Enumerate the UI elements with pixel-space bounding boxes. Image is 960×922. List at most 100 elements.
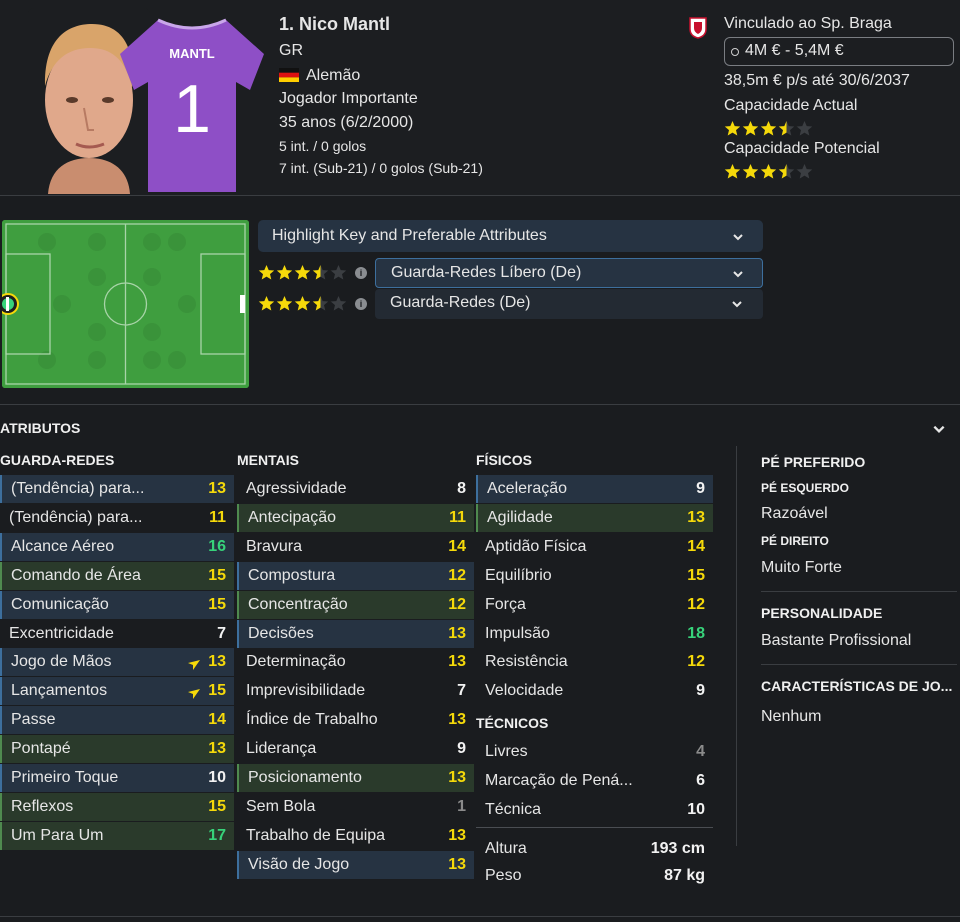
attribute-row[interactable]: Posicionamento 13 <box>237 764 474 792</box>
attribute-value: 12 <box>687 653 705 671</box>
attribute-label: Liderança <box>246 740 317 758</box>
contract-club[interactable]: Vinculado ao Sp. Braga <box>724 15 892 33</box>
transfer-value[interactable]: 4M € - 5,4M € <box>724 37 954 66</box>
attribute-row[interactable]: Decisões 13 <box>237 619 474 648</box>
transfer-value-text: 4M € - 5,4M € <box>745 42 844 59</box>
attribute-row[interactable]: Força 12 <box>476 591 713 619</box>
attribute-label: Alcance Aéreo <box>11 537 115 555</box>
star-icon <box>294 265 311 280</box>
attribute-row[interactable]: Marcação de Pená... 6 <box>476 767 713 795</box>
attribute-value: 15 <box>208 566 226 584</box>
attribute-value: 7 <box>457 682 466 700</box>
attribute-row[interactable]: Equilíbrio 15 <box>476 562 713 590</box>
attribute-row[interactable]: Antecipação 11 <box>237 503 474 532</box>
highlight-attributes-label: Highlight Key and Preferable Attributes <box>272 227 547 244</box>
attribute-value: 8 <box>457 480 466 497</box>
star-icon <box>294 296 311 311</box>
attribute-row[interactable]: Agilidade 13 <box>476 503 713 532</box>
attribute-row[interactable]: Um Para Um 17 <box>0 821 234 850</box>
attribute-row[interactable]: Visão de Jogo 13 <box>237 850 474 879</box>
attribute-value: 13 <box>208 653 226 671</box>
attribute-label: Resistência <box>485 653 568 671</box>
attribute-row[interactable]: Excentricidade 7 <box>0 620 234 648</box>
attribute-row[interactable]: Bravura 14 <box>237 533 474 561</box>
club-badge-icon[interactable] <box>689 17 707 39</box>
attribute-value: 15 <box>687 566 705 584</box>
shirt-name: MANTL <box>169 46 215 61</box>
germany-flag-icon <box>279 68 299 82</box>
panel-divider <box>761 591 957 592</box>
attribute-row[interactable]: Índice de Trabalho 13 <box>237 706 474 734</box>
player-status: Jogador Importante <box>279 90 418 107</box>
attribute-value: 4 <box>696 743 705 760</box>
highlight-attributes-dropdown[interactable]: Highlight Key and Preferable Attributes <box>258 220 763 252</box>
attribute-value: 13 <box>448 711 466 729</box>
attribute-row[interactable]: Técnica 10 <box>476 796 713 824</box>
attribute-value: 9 <box>696 480 705 497</box>
attribute-row[interactable]: Velocidade 9 <box>476 677 713 705</box>
attribute-row[interactable]: Alcance Aéreo 16 <box>0 532 234 561</box>
attribute-value: 12 <box>448 566 466 584</box>
role-select-goalkeeper[interactable]: Guarda-Redes (De) <box>375 289 763 319</box>
attribute-value: 14 <box>687 537 705 555</box>
position-pitch[interactable] <box>2 220 249 388</box>
goalkeeping-title: GUARDA-REDES <box>0 452 115 468</box>
attribute-row[interactable]: Comando de Área 15 <box>0 561 234 590</box>
info-icon[interactable]: i <box>355 267 367 279</box>
star-icon <box>312 265 329 280</box>
attribute-label: Aceleração <box>487 480 568 497</box>
collapse-chevron-icon[interactable] <box>932 422 946 436</box>
attribute-value: 17 <box>208 826 226 844</box>
attribute-row[interactable]: (Tendência) para... 11 <box>0 504 234 532</box>
attribute-row[interactable]: Primeiro Toque 10 <box>0 764 234 792</box>
attribute-label: Um Para Um <box>11 826 104 844</box>
star-icon <box>312 296 329 311</box>
attribute-row[interactable]: Passe 14 <box>0 706 234 735</box>
attribute-label: Índice de Trabalho <box>246 711 378 729</box>
attribute-label: Força <box>485 595 526 613</box>
attribute-label: (Tendência) para... <box>9 508 143 526</box>
attribute-row[interactable]: Comunicação 15 <box>0 590 234 619</box>
role-name: Guarda-Redes Líbero (De) <box>391 264 582 281</box>
left-foot-label: PÉ ESQUERDO <box>761 481 850 495</box>
attribute-row[interactable]: Livres 4 <box>476 738 713 766</box>
attribute-value: 15 <box>208 595 226 613</box>
attribute-row[interactable]: Trabalho de Equipa 13 <box>237 822 474 850</box>
technical-title: TÉCNICOS <box>476 715 549 731</box>
info-icon[interactable]: i <box>355 298 367 310</box>
attribute-row[interactable]: Aceleração 9 <box>476 475 713 503</box>
attribute-row[interactable]: (Tendência) para... 13 <box>0 475 234 503</box>
attribute-row[interactable]: Concentração 12 <box>237 590 474 619</box>
attribute-label: Jogo de Mãos <box>11 653 112 671</box>
attribute-row[interactable]: Impulsão 18 <box>476 620 713 648</box>
attribute-row[interactable]: Reflexos 15 <box>0 792 234 821</box>
attribute-row[interactable]: Lançamentos 15 <box>0 677 234 706</box>
attribute-value: 9 <box>696 682 705 700</box>
chevron-down-icon <box>733 234 743 241</box>
attribute-label: Visão de Jogo <box>248 855 350 873</box>
attribute-row[interactable]: Aptidão Física 14 <box>476 533 713 561</box>
attribute-label: Agilidade <box>487 508 553 526</box>
attribute-row[interactable]: Determinação 13 <box>237 648 474 676</box>
role-stars <box>258 264 347 281</box>
attribute-row[interactable]: Agressividade 8 <box>237 475 474 503</box>
attribute-row[interactable]: Liderança 9 <box>237 735 474 763</box>
height-label: Altura <box>485 840 527 857</box>
role-select-sweeper-keeper[interactable]: Guarda-Redes Líbero (De) <box>375 258 763 288</box>
attribute-label: Posicionamento <box>248 769 362 786</box>
attribute-row[interactable]: Pontapé 13 <box>0 735 234 764</box>
attribute-row[interactable]: Imprevisibilidade 7 <box>237 677 474 705</box>
player-traits-title: CARACTERÍSTICAS DE JO... <box>761 678 953 694</box>
role-stars <box>258 295 347 312</box>
section-divider <box>0 404 960 405</box>
physical-title: FÍSICOS <box>476 452 533 468</box>
attribute-row[interactable]: Resistência 12 <box>476 648 713 676</box>
mental-title: MENTAIS <box>237 452 299 468</box>
star-icon <box>796 164 813 179</box>
weight-label: Peso <box>485 867 522 884</box>
attribute-row[interactable]: Sem Bola 1 <box>237 793 474 821</box>
attribute-row[interactable]: Compostura 12 <box>237 561 474 590</box>
shirt-number: 1 <box>173 71 211 147</box>
value-dot-icon <box>731 48 739 56</box>
attribute-row[interactable]: Jogo de Mãos 13 <box>0 648 234 677</box>
